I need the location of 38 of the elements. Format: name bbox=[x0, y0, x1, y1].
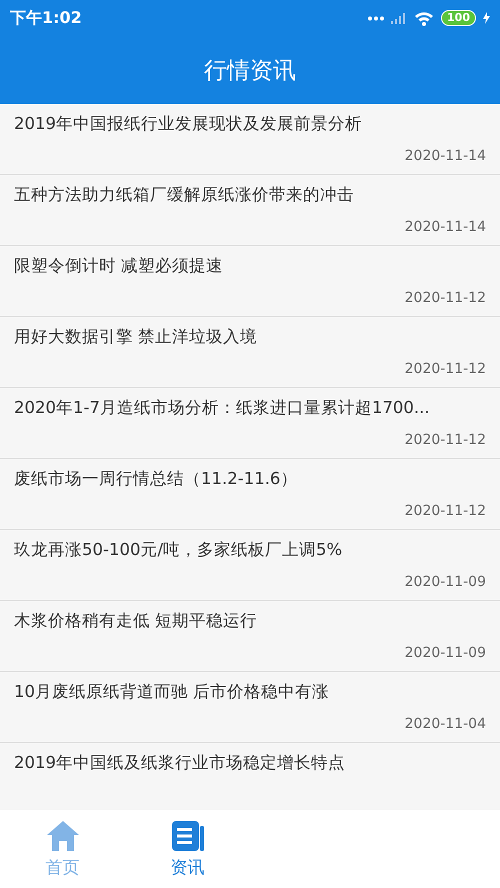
article-date: 2020-11-09 bbox=[404, 645, 486, 661]
article-title: 限塑令倒计时 减塑必须提速 bbox=[14, 255, 224, 277]
article-item[interactable]: 五种方法助力纸箱厂缓解原纸涨价带来的冲击 2020-11-14 bbox=[0, 175, 500, 246]
article-title: 2019年中国报纸行业发展现状及发展前景分析 bbox=[14, 113, 363, 135]
signal-icon bbox=[391, 12, 408, 24]
house-icon bbox=[46, 820, 80, 852]
article-date: 2020-11-04 bbox=[404, 716, 486, 732]
clock: 下午1:02 bbox=[10, 8, 82, 28]
article-title: 用好大数据引擎 禁止洋垃圾入境 bbox=[14, 326, 258, 348]
article-title: 10月废纸原纸背道而驰 后市价格稳中有涨 bbox=[14, 681, 330, 703]
article-item[interactable]: 10月废纸原纸背道而驰 后市价格稳中有涨 2020-11-04 bbox=[0, 672, 500, 743]
battery-level: 100 bbox=[441, 10, 476, 26]
wifi-icon bbox=[414, 10, 434, 26]
article-item[interactable]: 废纸市场一周行情总结（11.2-11.6） 2020-11-12 bbox=[0, 459, 500, 530]
document-icon bbox=[170, 820, 204, 852]
dots-icon bbox=[368, 16, 384, 20]
article-date: 2020-11-12 bbox=[404, 432, 486, 448]
article-title: 五种方法助力纸箱厂缓解原纸涨价带来的冲击 bbox=[14, 184, 355, 206]
article-item[interactable]: 限塑令倒计时 减塑必须提速 2020-11-12 bbox=[0, 246, 500, 317]
article-date: 2020-11-09 bbox=[404, 574, 486, 590]
nav-tab[interactable]: 资讯 bbox=[125, 810, 250, 888]
article-item[interactable]: 玖龙再涨50-100元/吨，多家纸板厂上调5% 2020-11-09 bbox=[0, 530, 500, 601]
charging-icon bbox=[483, 12, 490, 24]
article-title: 2019年中国纸及纸浆行业市场稳定增长特点 bbox=[14, 752, 346, 774]
article-date: 2020-11-14 bbox=[404, 219, 486, 235]
article-title: 玖龙再涨50-100元/吨，多家纸板厂上调5% bbox=[14, 539, 344, 561]
article-item[interactable]: 木浆价格稍有走低 短期平稳运行 2020-11-09 bbox=[0, 601, 500, 672]
page-title: 行情资讯 bbox=[204, 56, 296, 86]
article-title: 2020年1-7月造纸市场分析：纸浆进口量累计超1700... bbox=[14, 397, 431, 419]
article-date: 2020-11-12 bbox=[404, 503, 486, 519]
article-item[interactable]: 2020年1-7月造纸市场分析：纸浆进口量累计超1700... 2020-11-12 bbox=[0, 388, 500, 459]
article-date: 2020-11-12 bbox=[404, 290, 486, 306]
article-date: 2020-11-14 bbox=[404, 148, 486, 164]
article-item[interactable]: 2019年中国报纸行业发展现状及发展前景分析 2020-11-14 bbox=[0, 104, 500, 175]
article-item[interactable]: 用好大数据引擎 禁止洋垃圾入境 2020-11-12 bbox=[0, 317, 500, 388]
article-date: 2020-11-12 bbox=[404, 361, 486, 377]
article-title: 废纸市场一周行情总结（11.2-11.6） bbox=[14, 468, 298, 490]
article-title: 木浆价格稍有走低 短期平稳运行 bbox=[14, 610, 258, 632]
